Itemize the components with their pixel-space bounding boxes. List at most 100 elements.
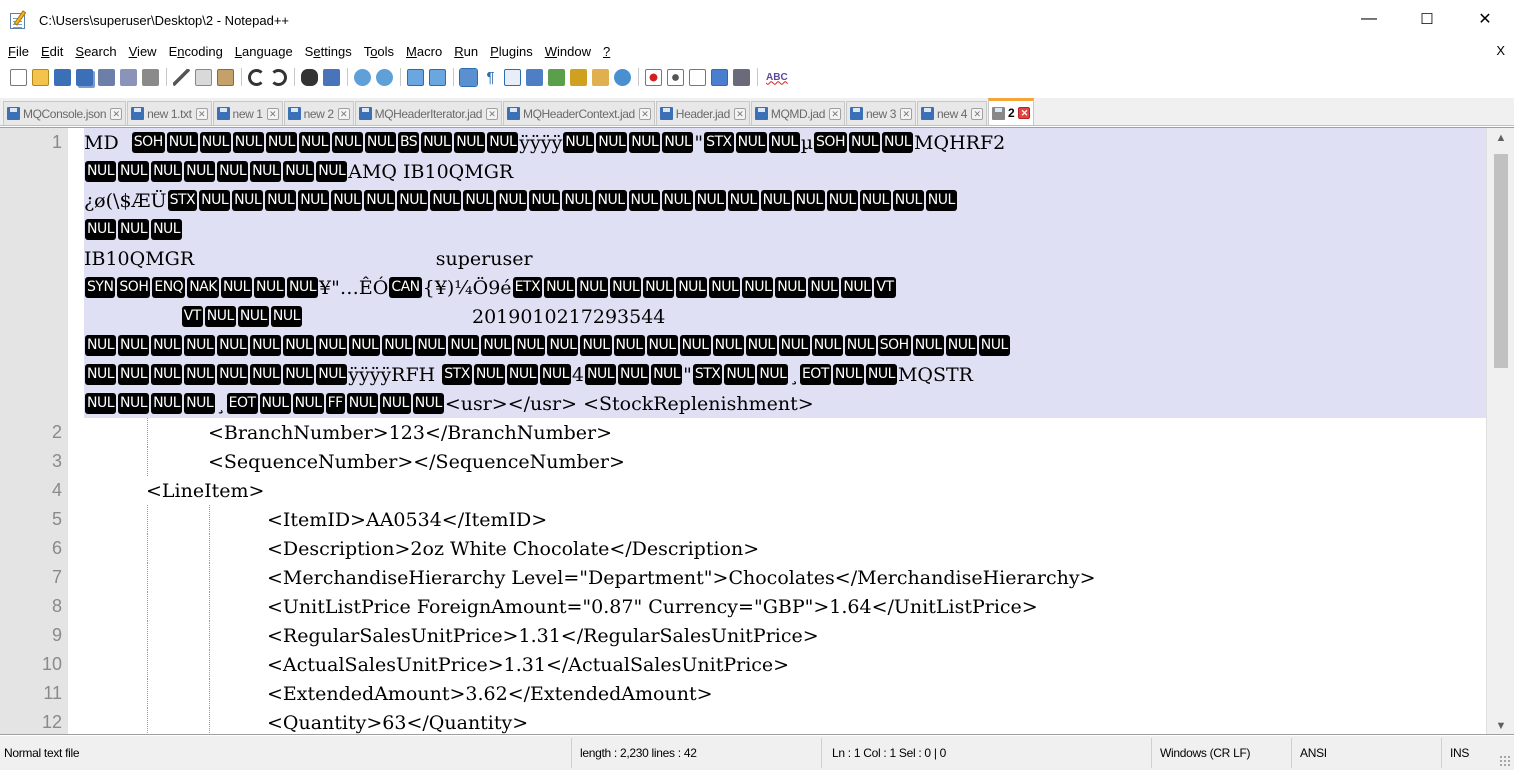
editor-line[interactable]: NUL NUL NUL NUL ¸ EOT NUL NUL FF NUL NUL NUL <usr></… xyxy=(0,389,1486,418)
editor-line[interactable]: 9 <RegularSalesUnitPrice>1.31</RegularSal… xyxy=(0,621,1486,650)
scroll-down-icon[interactable]: ▼ xyxy=(1487,716,1514,734)
tab-active[interactable]: 2 ✕ xyxy=(988,98,1035,125)
tab-document[interactable]: new 4 ✕ xyxy=(917,101,988,125)
sync-horizontal-icon[interactable] xyxy=(429,68,446,86)
code-area[interactable]: 1 MD SOH NUL NUL NUL NUL NUL NUL NUL BS NUL NUL NUL ÿ… xyxy=(0,128,1486,734)
editor-line[interactable]: 10 <ActualSalesUnitPrice>1.31</ActualSale… xyxy=(0,650,1486,679)
editor-line[interactable]: 3 <SequenceNumber></SequenceNumber> xyxy=(0,447,1486,476)
close-all-icon[interactable] xyxy=(120,68,137,86)
minimize-button[interactable]: — xyxy=(1340,0,1398,38)
indent-guide-icon[interactable] xyxy=(504,68,521,86)
editor-line[interactable]: 4 <LineItem> xyxy=(0,476,1486,505)
replace-icon[interactable] xyxy=(323,68,340,86)
menu-help[interactable]: ? xyxy=(597,44,616,59)
editor-line[interactable]: VT NUL NUL NUL 2019010217293544 xyxy=(0,302,1486,331)
close-icon[interactable] xyxy=(98,68,115,86)
tab-document[interactable]: Header.jad ✕ xyxy=(655,101,750,125)
editor-line[interactable]: 8 <UnitListPrice ForeignAmount="0.87" Cur… xyxy=(0,592,1486,621)
menu-language[interactable]: Language xyxy=(229,44,299,59)
tab-close-icon[interactable]: ✕ xyxy=(337,107,350,120)
sync-vertical-icon[interactable] xyxy=(407,68,424,86)
menu-file[interactable]: File xyxy=(0,44,35,59)
save-macro-icon[interactable] xyxy=(733,68,750,86)
editor-line[interactable]: NUL NUL NUL xyxy=(0,215,1486,244)
menu-edit[interactable]: Edit xyxy=(35,44,69,59)
editor-line[interactable]: NUL NUL NUL NUL NUL NUL NUL NUL ÿÿÿÿRFH STX NUL NU… xyxy=(0,360,1486,389)
find-icon[interactable] xyxy=(301,68,318,86)
new-file-icon[interactable] xyxy=(10,68,27,86)
copy-icon[interactable] xyxy=(195,68,212,86)
folder-workspace-icon[interactable] xyxy=(592,68,609,86)
menu-encoding[interactable]: Encoding xyxy=(163,44,229,59)
scrollbar-thumb[interactable] xyxy=(1494,154,1508,368)
tab-document[interactable]: new 3 ✕ xyxy=(845,101,917,125)
editor-line[interactable]: IB10QMGR superuser xyxy=(0,244,1486,273)
tab-close-icon[interactable]: ✕ xyxy=(900,107,913,120)
menu-plugins[interactable]: Plugins xyxy=(484,44,539,59)
editor-line[interactable]: ¿ø(\$ÆÜ STX NUL NUL NUL NUL NUL NUL NUL NUL NUL NUL… xyxy=(0,186,1486,215)
editor-line[interactable]: 2 <BranchNumber>123</BranchNumber> xyxy=(0,418,1486,447)
vertical-scrollbar[interactable]: ▲ ▼ xyxy=(1486,128,1514,734)
save-icon[interactable] xyxy=(54,68,71,86)
word-wrap-icon[interactable] xyxy=(459,67,478,87)
show-all-characters-icon[interactable]: ¶ xyxy=(482,69,499,86)
status-encoding[interactable]: ANSI xyxy=(1292,738,1442,768)
udl-icon[interactable] xyxy=(526,68,543,86)
menu-search[interactable]: Search xyxy=(69,44,122,59)
menu-macro[interactable]: Macro xyxy=(400,44,448,59)
tab-document[interactable]: MQMD.jad ✕ xyxy=(750,101,845,125)
close-button[interactable]: ✕ xyxy=(1456,0,1514,38)
status-eol[interactable]: Windows (CR LF) xyxy=(1152,738,1292,768)
print-icon[interactable] xyxy=(142,68,159,86)
document-map-icon[interactable] xyxy=(548,68,565,86)
menu-run[interactable]: Run xyxy=(448,44,484,59)
save-all-icon[interactable] xyxy=(76,68,93,86)
monitoring-icon[interactable] xyxy=(614,68,631,86)
open-file-icon[interactable] xyxy=(32,68,49,86)
redo-icon[interactable] xyxy=(270,68,287,86)
status-insert-mode[interactable]: INS xyxy=(1442,738,1492,768)
editor-line[interactable]: NUL NUL NUL NUL NUL NUL NUL NUL AMQ IB10QMGR xyxy=(0,157,1486,186)
spellcheck-icon[interactable]: ABC xyxy=(766,72,788,83)
scroll-up-icon[interactable]: ▲ xyxy=(1487,128,1514,148)
editor-line[interactable]: SYN SOH ENQ NAK NUL NUL NUL ¥"…ÊÓ CAN {¥)¼Ö9é ETX N… xyxy=(0,273,1486,302)
function-list-icon[interactable] xyxy=(570,68,587,86)
tab-document[interactable]: MQHeaderContext.jad ✕ xyxy=(503,101,655,125)
tab-document[interactable]: MQHeaderIterator.jad ✕ xyxy=(354,101,502,125)
resize-grip[interactable] xyxy=(1499,755,1511,767)
tab-document[interactable]: new 1.txt ✕ xyxy=(127,101,212,125)
tab-close-icon[interactable]: ✕ xyxy=(733,107,746,120)
close-document-button[interactable]: X xyxy=(1496,43,1505,58)
editor-line[interactable]: 5 <ItemID>AA0534</ItemID> xyxy=(0,505,1486,534)
menu-view[interactable]: View xyxy=(123,44,163,59)
tab-close-icon[interactable]: ✕ xyxy=(1018,107,1031,119)
cut-icon[interactable] xyxy=(173,68,190,86)
tab-document[interactable]: new 1 ✕ xyxy=(212,101,283,125)
tab-close-icon[interactable]: ✕ xyxy=(828,107,841,120)
editor-line[interactable]: 1 MD SOH NUL NUL NUL NUL NUL NUL NUL BS NUL NUL NUL ÿ… xyxy=(0,128,1486,157)
tab-document[interactable]: MQConsole.json ✕ xyxy=(3,101,127,125)
tab-close-icon[interactable]: ✕ xyxy=(638,107,651,120)
editor[interactable]: 1 MD SOH NUL NUL NUL NUL NUL NUL NUL BS NUL NUL NUL ÿ… xyxy=(0,127,1514,735)
menu-settings[interactable]: Settings xyxy=(299,44,358,59)
zoom-in-icon[interactable] xyxy=(354,68,371,86)
undo-icon[interactable] xyxy=(248,68,265,86)
tab-close-icon[interactable]: ✕ xyxy=(110,107,123,120)
editor-line[interactable]: 12 <Quantity>63</Quantity> xyxy=(0,708,1486,734)
paste-icon[interactable] xyxy=(217,68,234,86)
run-macro-multiple-icon[interactable] xyxy=(711,68,728,86)
menu-window[interactable]: Window xyxy=(539,44,597,59)
maximize-button[interactable]: ☐ xyxy=(1398,0,1456,38)
editor-line[interactable]: NUL NUL NUL NUL NUL NUL NUL NUL NUL NUL NUL NUL NUL N… xyxy=(0,331,1486,360)
menu-tools[interactable]: Tools xyxy=(358,44,400,59)
tab-close-icon[interactable]: ✕ xyxy=(971,107,984,120)
editor-line[interactable]: 6 <Description>2oz White Chocolate</Descr… xyxy=(0,534,1486,563)
zoom-out-icon[interactable] xyxy=(376,68,393,86)
record-macro-icon[interactable] xyxy=(645,68,662,86)
stop-recording-icon[interactable] xyxy=(667,68,684,86)
editor-line[interactable]: 11 <ExtendedAmount>3.62</ExtendedAmount> xyxy=(0,679,1486,708)
tab-close-icon[interactable]: ✕ xyxy=(266,107,279,120)
tab-close-icon[interactable]: ✕ xyxy=(195,107,208,120)
tab-document[interactable]: new 2 ✕ xyxy=(283,101,354,125)
editor-line[interactable]: 7 <MerchandiseHierarchy Level="Department… xyxy=(0,563,1486,592)
